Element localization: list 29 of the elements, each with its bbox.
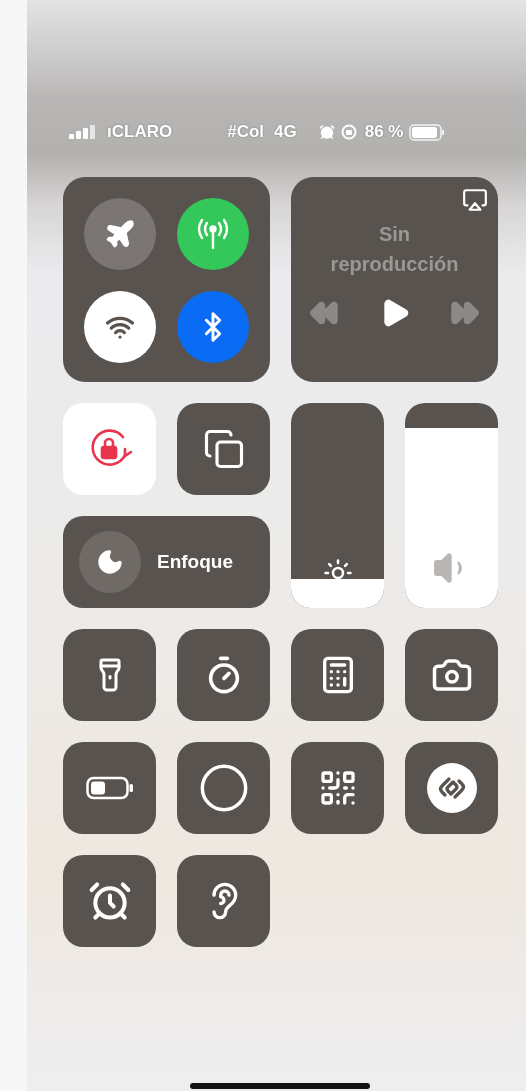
timer-button[interactable]	[177, 629, 270, 721]
signal-icon	[69, 125, 97, 139]
screen-recording-button[interactable]	[177, 742, 270, 834]
orientation-lock-button[interactable]	[63, 403, 156, 495]
airplay-icon[interactable]	[462, 187, 488, 213]
calculator-button[interactable]	[291, 629, 384, 721]
focus-button[interactable]: Enfoque	[63, 516, 270, 608]
carrier-name: ıCLARO	[107, 122, 173, 142]
hearing-button[interactable]	[177, 855, 270, 947]
network-name: #Col	[227, 122, 264, 142]
flashlight-button[interactable]	[63, 629, 156, 721]
screen-mirroring-button[interactable]	[177, 403, 270, 495]
orientation-lock-icon	[340, 124, 357, 140]
network-type: 4G	[274, 122, 297, 142]
brightness-slider[interactable]	[291, 403, 384, 608]
battery-percentage: 86 %	[364, 122, 404, 142]
now-playing-title: Sin reproducción	[329, 222, 460, 277]
antenna-icon	[196, 218, 230, 250]
low-power-button[interactable]	[63, 742, 156, 834]
focus-label: Enfoque	[157, 551, 233, 573]
screen-mirroring-icon	[202, 428, 245, 470]
airplane-icon	[104, 218, 136, 250]
battery-icon	[409, 123, 446, 141]
battery-icon	[85, 776, 134, 800]
alarm-clock-icon	[318, 124, 335, 140]
camera-button[interactable]	[405, 629, 498, 721]
alarm-clock-icon	[87, 879, 132, 923]
alarm-button[interactable]	[63, 855, 156, 947]
qr-code-button[interactable]	[291, 742, 384, 834]
